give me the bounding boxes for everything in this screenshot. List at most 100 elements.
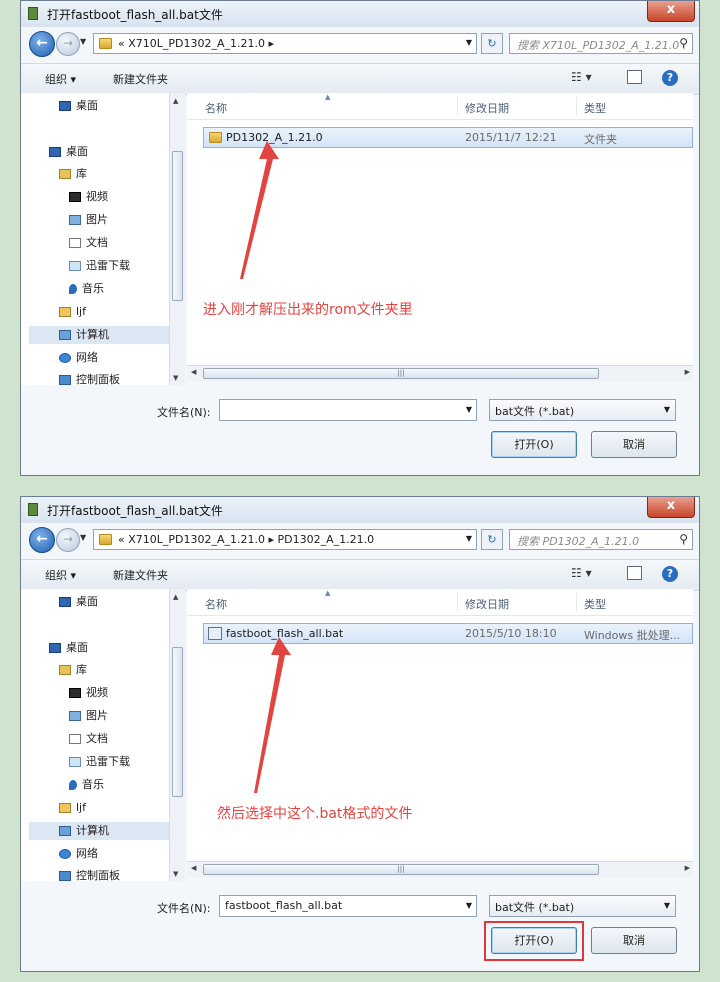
- chevron-down-icon[interactable]: ▼: [664, 405, 670, 414]
- chevron-down-icon[interactable]: ▼: [466, 901, 472, 910]
- organize-button[interactable]: 组织 ▾: [45, 567, 76, 583]
- recent-locations-dropdown-icon[interactable]: ▼: [80, 533, 86, 542]
- back-arrow-icon[interactable]: ←: [29, 31, 55, 57]
- nav-item-documents[interactable]: 文档: [69, 730, 108, 748]
- column-header-name[interactable]: 名称: [205, 596, 227, 612]
- open-button[interactable]: 打开(O): [491, 431, 577, 458]
- search-input[interactable]: 搜索 X710L_PD1302_A_1.21.0 ⚲: [509, 33, 693, 54]
- scrollbar-thumb[interactable]: [172, 647, 183, 797]
- nav-item-network[interactable]: 网络: [59, 845, 98, 863]
- navigation-scrollbar[interactable]: ▲ ▼: [169, 93, 185, 385]
- column-header-type[interactable]: 类型: [584, 100, 606, 116]
- title-bar: 打开fastboot_flash_all.bat文件 x: [21, 497, 699, 523]
- scrollbar-thumb[interactable]: |||: [203, 368, 599, 379]
- nav-item-desktop-top[interactable]: 桌面: [59, 97, 98, 115]
- help-icon[interactable]: ?: [662, 566, 678, 582]
- forward-arrow-icon[interactable]: →: [56, 32, 80, 56]
- nav-item-computer[interactable]: 计算机: [29, 326, 169, 344]
- nav-item-control-panel[interactable]: 控制面板: [59, 371, 120, 385]
- column-divider[interactable]: [457, 97, 458, 115]
- nav-item-music[interactable]: 音乐: [69, 280, 104, 298]
- column-header-type[interactable]: 类型: [584, 596, 606, 612]
- cancel-button[interactable]: 取消: [591, 927, 677, 954]
- nav-item-desktop[interactable]: 桌面: [49, 143, 88, 161]
- organize-button[interactable]: 组织 ▾: [45, 71, 76, 87]
- preview-pane-icon[interactable]: [627, 566, 642, 580]
- new-folder-button[interactable]: 新建文件夹: [113, 71, 168, 87]
- filename-input[interactable]: fastboot_flash_all.bat ▼: [219, 895, 477, 917]
- new-folder-button[interactable]: 新建文件夹: [113, 567, 168, 583]
- download-icon: [69, 757, 81, 767]
- refresh-icon[interactable]: ↻: [481, 529, 503, 550]
- breadcrumb[interactable]: « X710L_PD1302_A_1.21.0 ▸: [118, 37, 274, 50]
- column-header-date[interactable]: 修改日期: [465, 596, 509, 612]
- nav-item-pictures[interactable]: 图片: [69, 707, 108, 725]
- scroll-left-icon[interactable]: ◀: [191, 864, 196, 872]
- column-divider[interactable]: [576, 97, 577, 115]
- scroll-down-icon[interactable]: ▼: [173, 374, 178, 382]
- address-input[interactable]: « X710L_PD1302_A_1.21.0 ▸ ▼: [93, 33, 477, 54]
- chevron-down-icon[interactable]: ▼: [466, 405, 472, 414]
- cancel-button[interactable]: 取消: [591, 431, 677, 458]
- nav-item-control-panel[interactable]: 控制面板: [59, 867, 120, 881]
- nav-item-user[interactable]: ljf: [59, 303, 86, 321]
- nav-label: ljf: [76, 801, 86, 814]
- column-divider[interactable]: [457, 593, 458, 611]
- nav-item-thunder-downloads[interactable]: 迅雷下载: [69, 257, 130, 275]
- horizontal-scrollbar[interactable]: ◀ ||| ▶: [187, 861, 693, 877]
- nav-item-user[interactable]: ljf: [59, 799, 86, 817]
- help-icon[interactable]: ?: [662, 70, 678, 86]
- chevron-down-icon[interactable]: ▼: [664, 901, 670, 910]
- column-divider[interactable]: [576, 593, 577, 611]
- nav-item-desktop[interactable]: 桌面: [49, 639, 88, 657]
- close-button[interactable]: x: [647, 1, 695, 22]
- nav-item-music[interactable]: 音乐: [69, 776, 104, 794]
- filetype-select[interactable]: bat文件 (*.bat) ▼: [489, 895, 676, 917]
- nav-item-network[interactable]: 网络: [59, 349, 98, 367]
- computer-icon: [59, 330, 71, 340]
- breadcrumb[interactable]: « X710L_PD1302_A_1.21.0 ▸ PD1302_A_1.21.…: [118, 533, 374, 546]
- filename-input[interactable]: ▼: [219, 399, 477, 421]
- chevron-down-icon[interactable]: ▼: [466, 534, 472, 543]
- nav-item-desktop-top[interactable]: 桌面: [59, 593, 98, 611]
- scroll-up-icon[interactable]: ▲: [173, 97, 178, 105]
- scroll-right-icon[interactable]: ▶: [685, 864, 690, 872]
- file-row-selected[interactable]: fastboot_flash_all.bat 2015/5/10 18:10 W…: [203, 623, 693, 644]
- column-header-date[interactable]: 修改日期: [465, 100, 509, 116]
- scroll-up-icon[interactable]: ▲: [173, 593, 178, 601]
- nav-item-computer[interactable]: 计算机: [29, 822, 169, 840]
- network-icon: [59, 353, 71, 363]
- close-button[interactable]: x: [647, 497, 695, 518]
- nav-item-thunder-downloads[interactable]: 迅雷下载: [69, 753, 130, 771]
- navigation-scrollbar[interactable]: ▲ ▼: [169, 589, 185, 881]
- nav-item-documents[interactable]: 文档: [69, 234, 108, 252]
- nav-item-pictures[interactable]: 图片: [69, 211, 108, 229]
- chevron-down-icon[interactable]: ▼: [466, 38, 472, 47]
- scroll-right-icon[interactable]: ▶: [685, 368, 690, 376]
- filetype-select[interactable]: bat文件 (*.bat) ▼: [489, 399, 676, 421]
- scroll-left-icon[interactable]: ◀: [191, 368, 196, 376]
- view-options-icon[interactable]: ☷ ▾: [571, 70, 592, 84]
- back-arrow-icon[interactable]: ←: [29, 527, 55, 553]
- nav-item-library[interactable]: 库: [59, 661, 87, 679]
- view-options-icon[interactable]: ☷ ▾: [571, 566, 592, 580]
- preview-pane-icon[interactable]: [627, 70, 642, 84]
- search-icon[interactable]: ⚲: [679, 36, 688, 50]
- scrollbar-thumb[interactable]: |||: [203, 864, 599, 875]
- file-type: 文件夹: [584, 133, 617, 146]
- search-icon[interactable]: ⚲: [679, 532, 688, 546]
- recent-locations-dropdown-icon[interactable]: ▼: [80, 37, 86, 46]
- search-input[interactable]: 搜索 PD1302_A_1.21.0 ⚲: [509, 529, 693, 550]
- scrollbar-thumb[interactable]: [172, 151, 183, 301]
- horizontal-scrollbar[interactable]: ◀ ||| ▶: [187, 365, 693, 381]
- refresh-icon[interactable]: ↻: [481, 33, 503, 54]
- scroll-down-icon[interactable]: ▼: [173, 870, 178, 878]
- filename-label: 文件名(N):: [157, 902, 211, 915]
- nav-item-videos[interactable]: 视频: [69, 684, 108, 702]
- nav-item-videos[interactable]: 视频: [69, 188, 108, 206]
- address-input[interactable]: « X710L_PD1302_A_1.21.0 ▸ PD1302_A_1.21.…: [93, 529, 477, 550]
- forward-arrow-icon[interactable]: →: [56, 528, 80, 552]
- nav-item-library[interactable]: 库: [59, 165, 87, 183]
- column-header-name[interactable]: 名称: [205, 100, 227, 116]
- file-row-selected[interactable]: PD1302_A_1.21.0 2015/11/7 12:21 文件夹: [203, 127, 693, 148]
